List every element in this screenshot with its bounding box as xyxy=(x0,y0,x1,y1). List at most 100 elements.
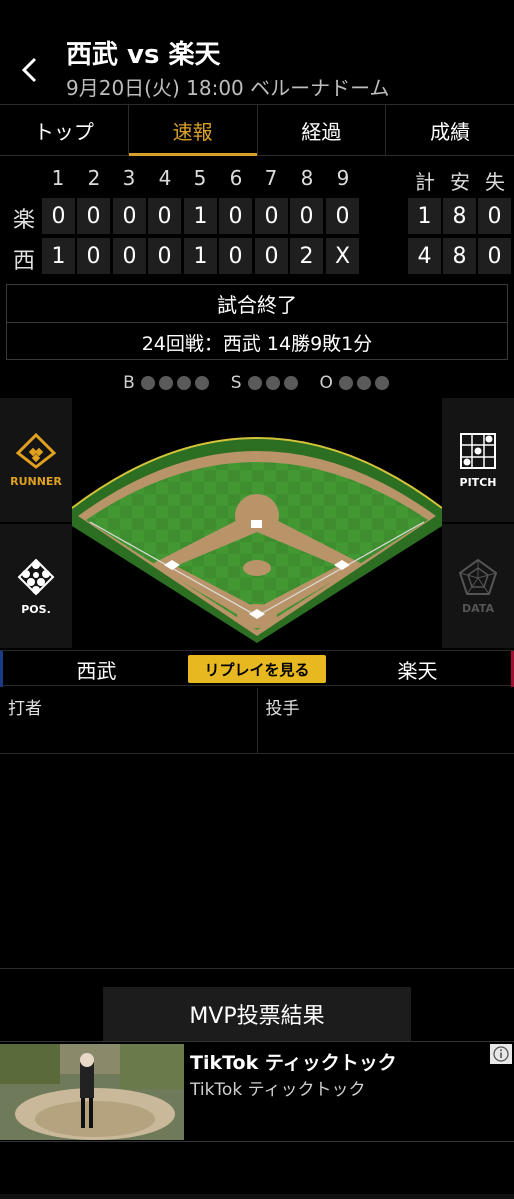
score-cell: 1 xyxy=(42,238,75,274)
score-cell: 0 xyxy=(219,238,252,274)
radar-chart-icon xyxy=(458,558,498,595)
inning-header: 1 xyxy=(51,166,65,190)
team-label-home: 西 xyxy=(12,249,35,274)
ball-dot xyxy=(176,376,191,390)
bottom-edge xyxy=(0,1194,514,1199)
info-circle-icon xyxy=(493,1046,509,1062)
inning-header: 8 xyxy=(300,166,314,190)
score-cell: 0 xyxy=(326,198,359,234)
divider xyxy=(0,1141,514,1142)
total-cell: 0 xyxy=(478,198,511,234)
team-label-away: 楽 xyxy=(12,208,35,233)
tab-progress[interactable]: 経過 xyxy=(258,105,387,155)
out-label: O xyxy=(319,373,333,393)
game-state: 試合終了 xyxy=(7,285,507,323)
season-record: 24回戦：西武 14勝9敗1分 xyxy=(141,332,373,355)
strike-dot xyxy=(265,376,280,390)
total-cell: 8 xyxy=(443,238,476,274)
replay-button[interactable]: リプレイを見る xyxy=(188,655,326,683)
ball-dot xyxy=(194,376,209,390)
inning-header: 2 xyxy=(87,166,101,190)
position-icon xyxy=(17,558,55,595)
out-dot xyxy=(374,376,389,390)
score-cell: 2 xyxy=(290,238,323,274)
tab-top[interactable]: トップ xyxy=(0,105,129,155)
tab-live[interactable]: 速報 xyxy=(128,105,258,156)
ad-title[interactable]: TikTok ティックトック xyxy=(190,1048,397,1075)
hits-header: 安 xyxy=(450,170,470,194)
runner-icon xyxy=(16,432,56,469)
data-button[interactable]: DATA xyxy=(442,524,514,648)
runner-button[interactable]: RUNNER xyxy=(0,398,72,522)
baseball-field xyxy=(71,437,443,643)
total-cell: 1 xyxy=(408,198,441,234)
score-cell: X xyxy=(326,238,359,274)
score-cell: 0 xyxy=(113,238,146,274)
score-cell: 0 xyxy=(148,198,181,234)
total-runs-header: 計 xyxy=(415,170,435,194)
divider xyxy=(0,968,514,969)
pitcher-label: 投手 xyxy=(265,699,300,719)
game-info: 9月20日(火) 18:00 ベルーナドーム xyxy=(66,76,390,100)
pitch-button[interactable]: PITCH xyxy=(442,398,514,522)
game-status-box: 試合終了 24回戦：西武 14勝9敗1分 xyxy=(6,284,508,360)
inning-header: 3 xyxy=(122,166,136,190)
ad-image[interactable] xyxy=(0,1044,184,1140)
chevron-left-icon xyxy=(21,57,37,83)
mvp-results-button[interactable]: MVP投票結果 xyxy=(103,987,411,1041)
pitch-label: PITCH xyxy=(459,475,497,489)
score-cell: 0 xyxy=(219,198,252,234)
ad-photo xyxy=(0,1044,184,1140)
tab-bar: トップ 速報 経過 成績 xyxy=(0,104,514,156)
score-cell: 0 xyxy=(148,238,181,274)
strike-label: S xyxy=(230,373,242,393)
back-button[interactable] xyxy=(14,52,44,88)
scoreboard: 1 2 3 4 5 6 7 8 9 計 安 失 楽 0 0 0 0 1 0 0 … xyxy=(0,160,514,280)
errors-header: 失 xyxy=(485,170,505,194)
batter-label: 打者 xyxy=(0,688,258,753)
ad-subtitle: TikTok ティックトック xyxy=(190,1080,366,1100)
strike-dot xyxy=(283,376,298,390)
info-icon[interactable] xyxy=(490,1044,512,1064)
bso-indicator: B S O xyxy=(0,370,514,396)
score-cell: 0 xyxy=(113,198,146,234)
score-cell: 0 xyxy=(255,198,288,234)
total-cell: 4 xyxy=(408,238,441,274)
out-dot xyxy=(338,376,353,390)
strike-count: S xyxy=(231,373,300,393)
out-count: O xyxy=(320,373,391,393)
inning-header: 6 xyxy=(229,166,243,190)
score-cell: 0 xyxy=(42,198,75,234)
position-button[interactable]: POS. xyxy=(0,524,72,648)
total-cell: 8 xyxy=(443,198,476,234)
ad-banner[interactable]: TikTok ティックトック TikTok ティックトック xyxy=(0,1041,514,1141)
total-cell: 0 xyxy=(478,238,511,274)
tab-stats[interactable]: 成績 xyxy=(386,105,514,155)
home-team-name: 西武 xyxy=(0,651,190,687)
score-cell: 1 xyxy=(184,238,217,274)
score-cell: 0 xyxy=(77,238,110,274)
strike-dot xyxy=(247,376,262,390)
inning-header: 4 xyxy=(158,166,172,190)
out-dot xyxy=(356,376,371,390)
batter-pitcher-panel: 打者 投手 xyxy=(0,688,514,754)
ball-count: B xyxy=(123,373,211,393)
ball-dot xyxy=(158,376,173,390)
inning-header: 7 xyxy=(264,166,278,190)
inning-header: 5 xyxy=(193,166,207,190)
pitch-grid-icon xyxy=(460,432,496,469)
score-cell: 1 xyxy=(184,198,217,234)
field-view: RUNNER POS. PITCH DATA xyxy=(0,398,514,648)
page-title: 西武 vs 楽天 xyxy=(66,40,221,70)
matchup-bar: 西武 リプレイを見る 楽天 xyxy=(0,650,514,687)
app-header: 西武 vs 楽天 9月20日(火) 18:00 ベルーナドーム xyxy=(0,0,514,104)
score-cell: 0 xyxy=(290,198,323,234)
score-cell: 0 xyxy=(77,198,110,234)
ball-label: B xyxy=(123,373,135,393)
ball-dot xyxy=(140,376,155,390)
away-team-name: 楽天 xyxy=(324,651,514,687)
inning-header: 9 xyxy=(336,166,350,190)
runner-label: RUNNER xyxy=(10,474,62,488)
data-label: DATA xyxy=(462,601,494,615)
score-cell: 0 xyxy=(255,238,288,274)
